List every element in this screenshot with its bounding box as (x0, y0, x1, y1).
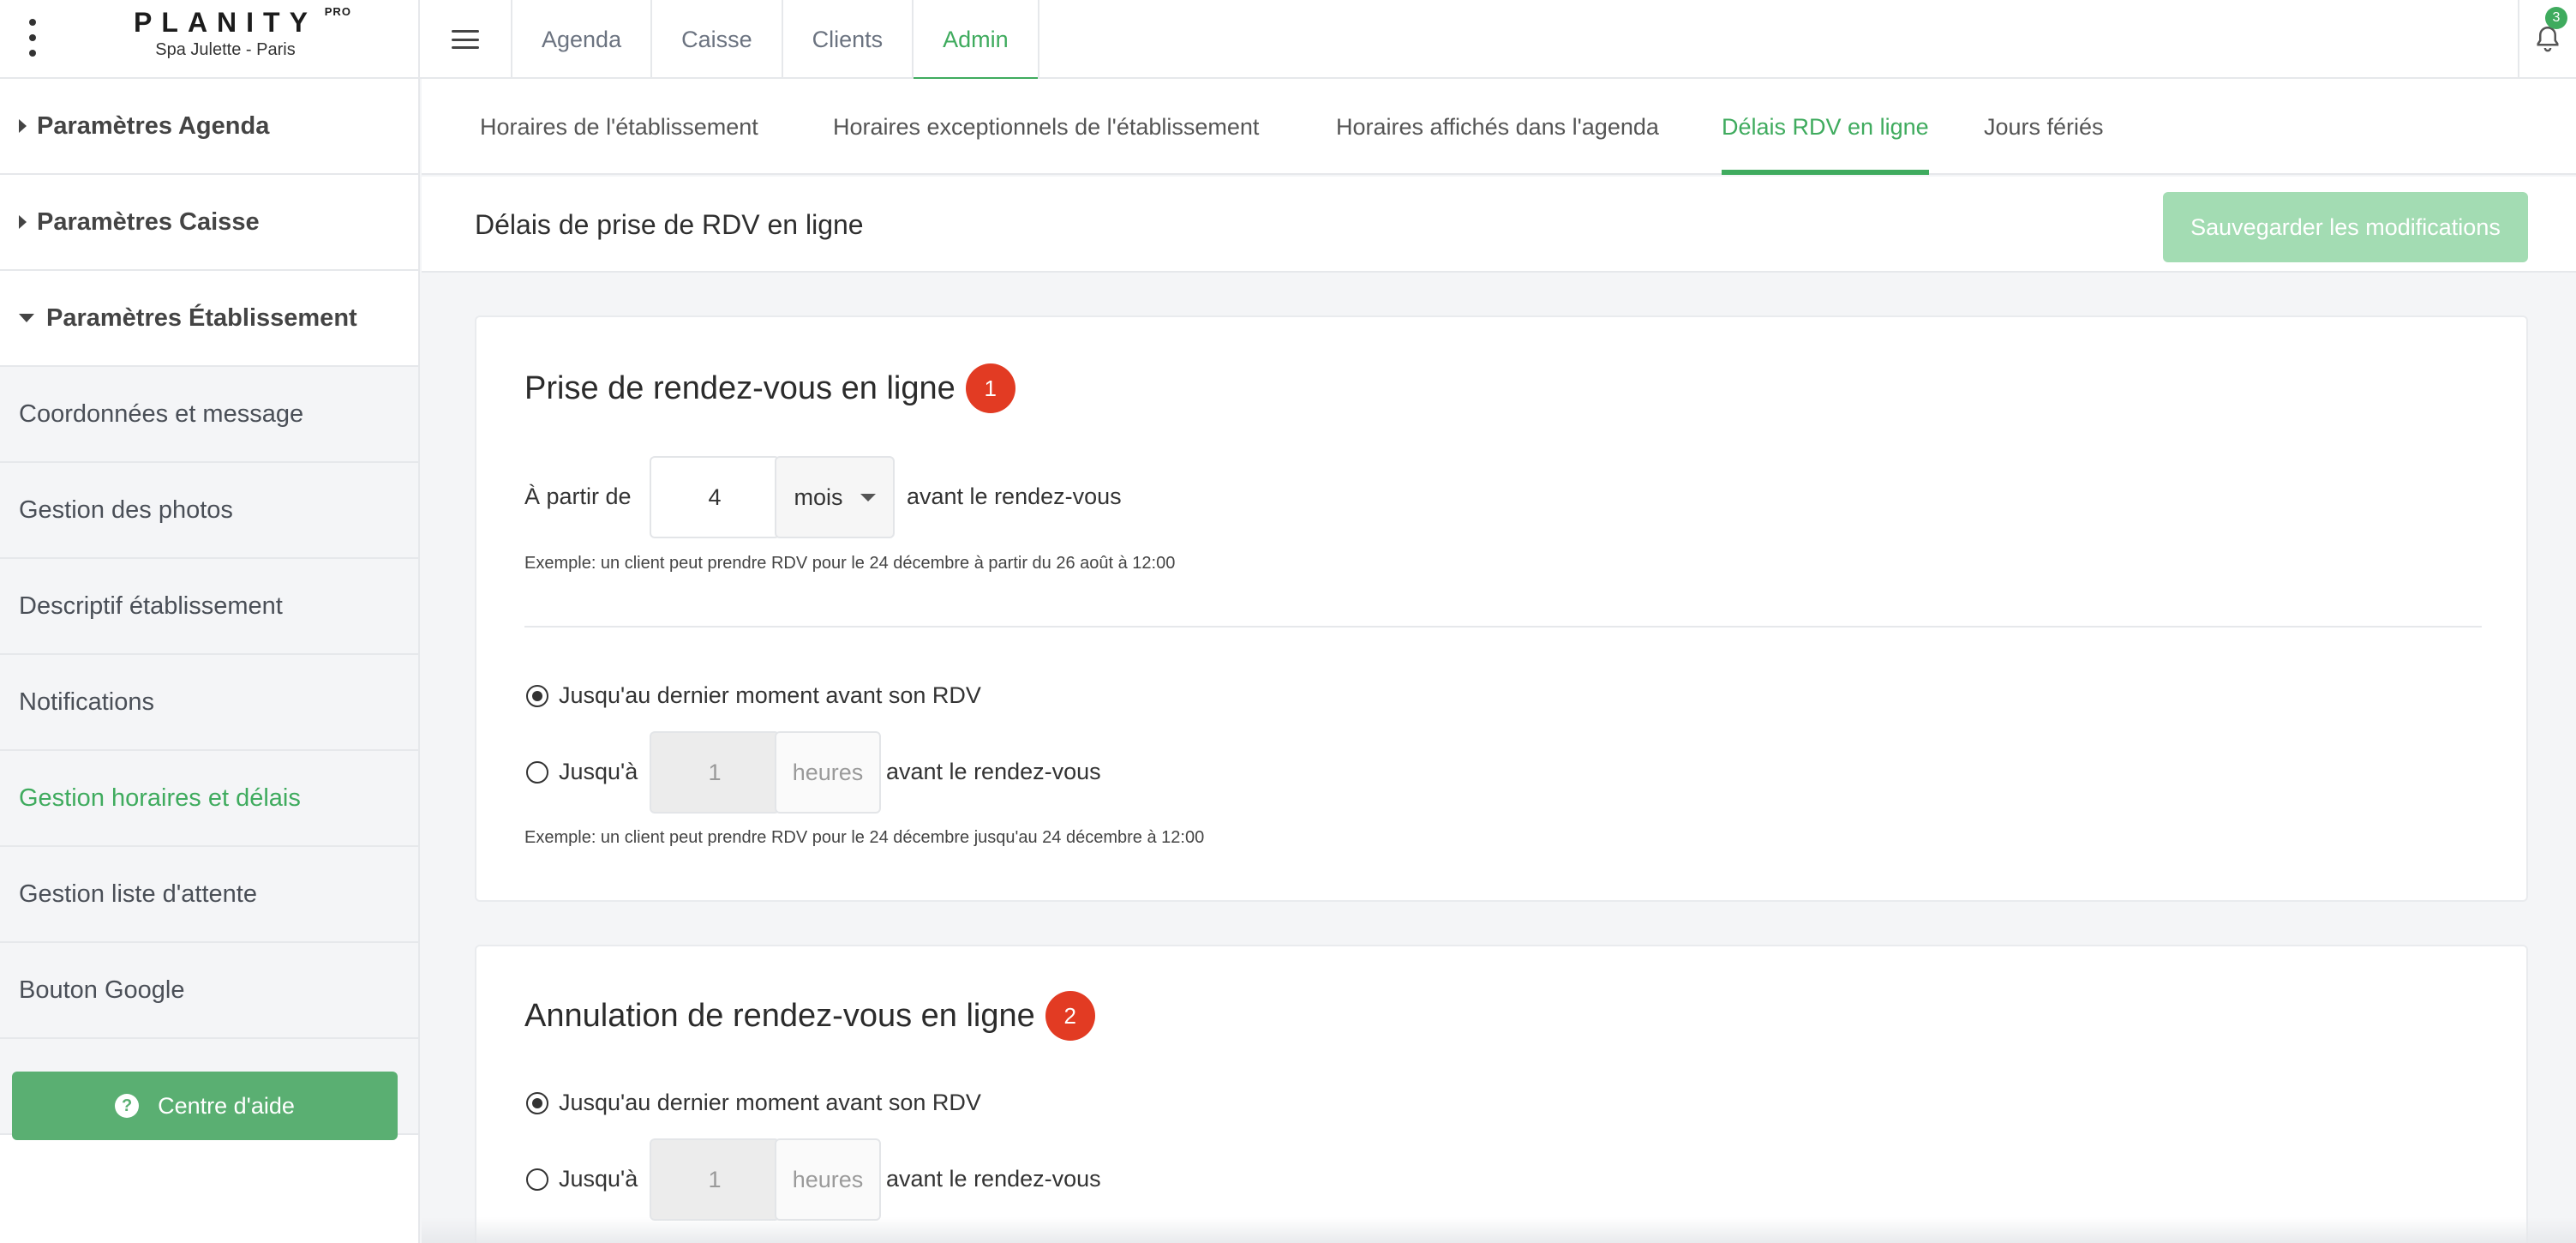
sidebar-item-photos[interactable]: Gestion des photos (0, 463, 418, 559)
from-value-input[interactable]: 4 (650, 456, 780, 538)
booking-card: Prise de rendez-vous en ligne 1 À partir… (475, 315, 2528, 902)
hamburger-icon (452, 30, 479, 49)
step-badge: 2 (1045, 991, 1095, 1041)
question-icon: ? (115, 1094, 140, 1118)
booking-example-from: Exemple: un client peut prendre RDV pour… (524, 554, 1176, 573)
planity-logo: PLANITY PRO Spa Julette - Paris (118, 5, 350, 60)
brand-area: PLANITY PRO Spa Julette - Paris (0, 0, 420, 79)
divider (524, 626, 2482, 628)
caret-right-icon (19, 215, 27, 229)
nav-agenda[interactable]: Agenda (512, 0, 653, 79)
page-title: Délais de prise de RDV en ligne (475, 209, 864, 240)
until-unit: heures (775, 731, 881, 814)
settings-subtabs: Horaires de l'établissement Horaires exc… (422, 79, 2576, 175)
menu-button[interactable] (420, 0, 512, 79)
caret-right-icon (19, 119, 27, 133)
cancel-radio-last-moment-label: Jusqu'au dernier moment avant son RDV (559, 1090, 981, 1115)
help-center-label: Centre d'aide (158, 1092, 295, 1119)
before-label: avant le rendez-vous (907, 483, 1122, 509)
bell-icon (2537, 26, 2559, 52)
sidebar-section-agenda[interactable]: Paramètres Agenda (0, 79, 418, 175)
caret-down-icon (19, 314, 34, 322)
cancel-title: Annulation de rendez-vous en ligne 2 (524, 991, 1095, 1041)
more-vertical-icon[interactable] (22, 19, 43, 57)
cancel-card: Annulation de rendez-vous en ligne 2 Jus… (475, 945, 2528, 1243)
logo-pro: PRO (324, 5, 351, 18)
sidebar-item-coordonnees[interactable]: Coordonnées et message (0, 367, 418, 463)
cancel-radio-until[interactable] (526, 1168, 548, 1191)
nav-admin[interactable]: Admin (914, 0, 1039, 81)
booking-title-text: Prise de rendez-vous en ligne (524, 369, 956, 406)
sidebar-item-descriptif[interactable]: Descriptif établissement (0, 559, 418, 655)
main-nav: Agenda Caisse Clients Admin (512, 0, 1039, 81)
cancel-until-value-input[interactable]: 1 (650, 1138, 780, 1221)
from-label: À partir de (524, 483, 632, 509)
booking-example-until: Exemple: un client peut prendre RDV pour… (524, 828, 1205, 847)
cancel-until-unit: heures (775, 1138, 881, 1221)
cancel-radio-last-moment[interactable] (526, 1092, 548, 1114)
sidebar-section-label: Paramètres Caisse (37, 207, 260, 236)
tab-horaires-etablissement[interactable]: Horaires de l'établissement (480, 79, 758, 175)
from-unit-select[interactable]: mois (775, 456, 895, 538)
sidebar-item-notifications[interactable]: Notifications (0, 655, 418, 751)
radio-until[interactable] (526, 761, 548, 784)
cancel-radio-until-label: Jusqu'à (559, 1166, 638, 1192)
page-header: Délais de prise de RDV en ligne Sauvegar… (422, 177, 2576, 273)
radio-last-moment[interactable] (526, 685, 548, 707)
nav-caisse[interactable]: Caisse (652, 0, 783, 79)
sidebar: Paramètres Agenda Paramètres Caisse Para… (0, 79, 420, 1243)
chevron-down-icon (860, 493, 876, 501)
booking-title: Prise de rendez-vous en ligne 1 (524, 363, 1015, 413)
until-after-label: avant le rendez-vous (886, 759, 1101, 784)
top-bar: PLANITY PRO Spa Julette - Paris Agenda C… (0, 0, 2576, 81)
logo-text: PLANITY (134, 7, 317, 38)
cancel-title-text: Annulation de rendez-vous en ligne (524, 997, 1035, 1034)
radio-last-moment-label: Jusqu'au dernier moment avant son RDV (559, 682, 981, 708)
until-value-input[interactable]: 1 (650, 731, 780, 814)
salon-name: Spa Julette - Paris (155, 40, 296, 59)
from-unit-value: mois (794, 483, 843, 510)
tab-horaires-exceptionnels[interactable]: Horaires exceptionnels de l'établissemen… (833, 79, 1259, 175)
nav-clients[interactable]: Clients (783, 0, 914, 79)
tab-jours-feries[interactable]: Jours fériés (1984, 79, 2104, 175)
scroll-fade (422, 1217, 2576, 1243)
cancel-until-after-label: avant le rendez-vous (886, 1166, 1101, 1192)
help-center-button[interactable]: ? Centre d'aide (12, 1072, 398, 1140)
tab-delais-rdv[interactable]: Délais RDV en ligne (1722, 79, 1929, 175)
radio-until-label: Jusqu'à (559, 759, 638, 784)
tab-horaires-agenda[interactable]: Horaires affichés dans l'agenda (1336, 79, 1659, 175)
sidebar-item-horaires-delais[interactable]: Gestion horaires et délais (0, 751, 418, 847)
sidebar-section-label: Paramètres Établissement (46, 303, 357, 332)
sidebar-section-etablissement[interactable]: Paramètres Établissement (0, 271, 418, 367)
save-button[interactable]: Sauvegarder les modifications (2163, 192, 2528, 262)
sidebar-section-caisse[interactable]: Paramètres Caisse (0, 175, 418, 271)
step-badge: 1 (965, 363, 1015, 413)
notifications-button[interactable]: 3 (2518, 0, 2576, 79)
sidebar-item-liste-attente[interactable]: Gestion liste d'attente (0, 847, 418, 943)
sidebar-section-label: Paramètres Agenda (37, 111, 270, 140)
notification-count-badge: 3 (2545, 7, 2567, 29)
sidebar-item-bouton-google[interactable]: Bouton Google (0, 943, 418, 1039)
